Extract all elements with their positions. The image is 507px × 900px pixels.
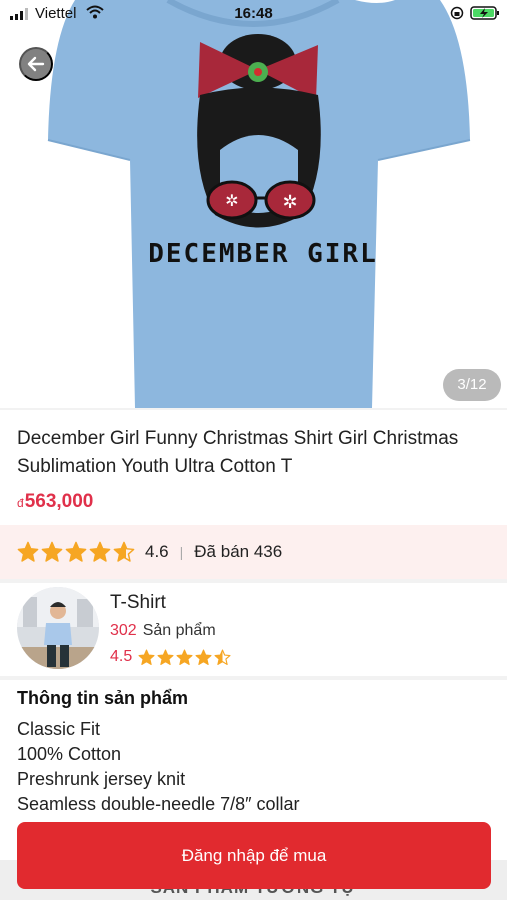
shop-rating-stars — [138, 648, 233, 666]
product-rating-score: 4.6 — [145, 542, 169, 561]
star-icon — [195, 648, 212, 665]
svg-text:✲: ✲ — [225, 191, 238, 210]
product-title-card: December Girl Funny Christmas Shirt Girl… — [0, 410, 507, 525]
info-line: 100% Cotton — [17, 744, 122, 764]
star-icon — [89, 541, 111, 562]
shop-rating: 4.5 — [110, 648, 233, 666]
product-price: đ563,000 — [17, 491, 490, 513]
product-image: ✲ ✲ DECEMBER GIRL — [47, 0, 471, 408]
product-rating-bar[interactable]: 4.6 | Đã bán 436 — [0, 525, 507, 579]
sold-count: Đã bán 436 — [194, 542, 283, 561]
product-rating-stars — [17, 541, 137, 563]
price-value: 563,000 — [24, 491, 94, 512]
shop-product-count: 302 Sản phẩm — [110, 622, 216, 640]
shirt-print-text: DECEMBER GIRL — [148, 239, 378, 269]
status-time: 16:48 — [234, 5, 273, 22]
star-icon — [113, 541, 135, 562]
arrow-left-icon — [27, 56, 45, 72]
shop-name[interactable]: T-Shirt — [110, 592, 166, 614]
shop-product-label: Sản phẩm — [142, 622, 216, 639]
info-line: Preshrunk jersey knit — [17, 769, 186, 789]
divider: | — [179, 544, 184, 560]
info-line: Seamless double-needle 7/8″ collar — [17, 794, 300, 814]
star-icon — [214, 648, 231, 665]
shop-product-number: 302 — [110, 622, 137, 639]
star-icon — [138, 648, 155, 665]
star-icon — [41, 541, 63, 562]
star-icon — [176, 648, 193, 665]
currency-symbol: đ — [17, 496, 24, 510]
back-button[interactable] — [19, 47, 53, 81]
battery-charging-icon — [470, 6, 499, 20]
status-bar: Viettel 16:48 — [0, 0, 507, 28]
product-info-heading: Thông tin sản phẩm — [17, 688, 188, 708]
product-title: December Girl Funny Christmas Shirt Girl… — [17, 428, 459, 477]
star-icon — [157, 648, 174, 665]
image-page-counter: 3/12 — [443, 369, 501, 401]
rotation-lock-icon — [450, 6, 464, 20]
star-icon — [65, 541, 87, 562]
product-image-gallery[interactable]: ✲ ✲ DECEMBER GIRL Viettel 16:48 3/12 — [0, 0, 507, 408]
info-line: Classic Fit — [17, 719, 101, 739]
shop-avatar[interactable] — [17, 587, 99, 669]
shop-rating-score: 4.5 — [110, 648, 133, 665]
star-icon — [17, 541, 39, 562]
shop-avatar-image — [17, 587, 99, 669]
shop-card[interactable]: T-Shirt 302 Sản phẩm 4.5 — [0, 583, 507, 676]
svg-text:✲: ✲ — [282, 192, 297, 213]
login-to-buy-button[interactable]: Đăng nhập để mua — [17, 822, 491, 889]
